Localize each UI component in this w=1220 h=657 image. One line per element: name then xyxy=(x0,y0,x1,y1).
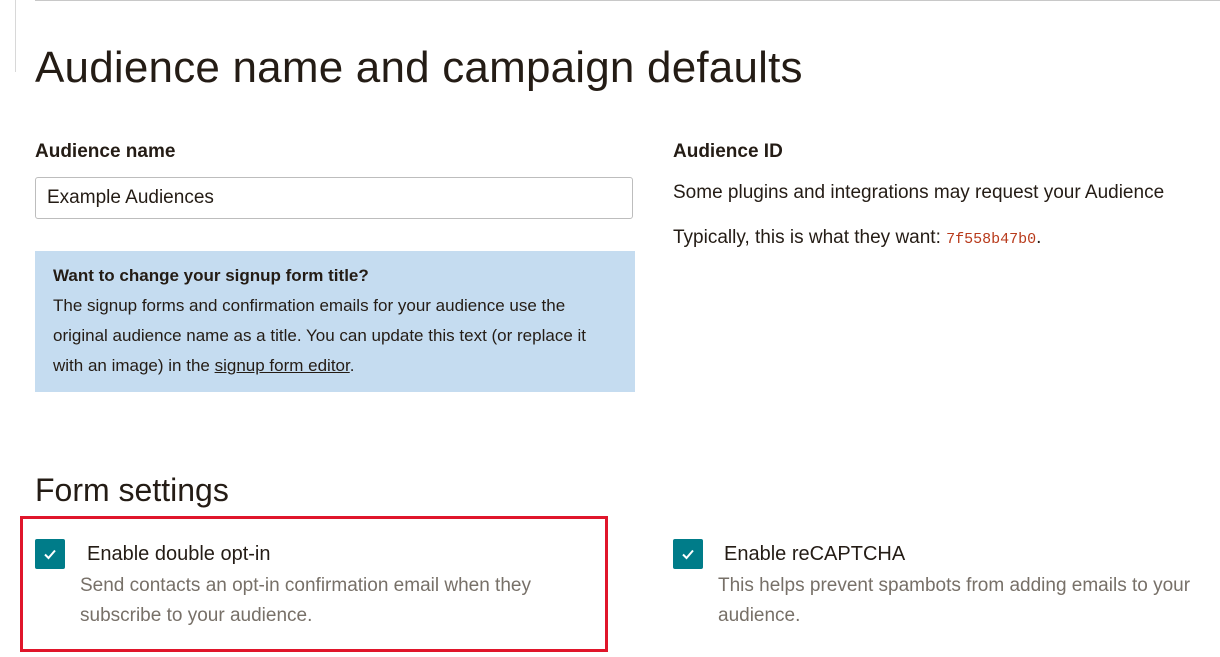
audience-id-typical: Typically, this is what they want: 7f558… xyxy=(673,225,1041,253)
audience-id-prefix: Typically, this is what they want: xyxy=(673,227,947,248)
recaptcha-checkbox[interactable] xyxy=(673,539,703,569)
double-optin-checkbox[interactable] xyxy=(35,539,65,569)
audience-id-label: Audience ID xyxy=(673,141,783,162)
page-title: Audience name and campaign defaults xyxy=(35,43,803,92)
audience-name-label: Audience name xyxy=(35,141,176,162)
recaptcha-label[interactable]: Enable reCAPTCHA xyxy=(724,541,905,567)
signup-form-title-notice: Want to change your signup form title? T… xyxy=(35,251,635,392)
signup-form-editor-link[interactable]: signup form editor xyxy=(215,356,350,375)
audience-name-input[interactable] xyxy=(35,177,633,219)
form-settings-title: Form settings xyxy=(35,472,229,508)
double-optin-help: Send contacts an opt-in confirmation ema… xyxy=(80,575,531,626)
audience-id-suffix: . xyxy=(1036,227,1042,248)
check-icon xyxy=(44,549,56,560)
notice-body: The signup forms and confirmation emails… xyxy=(53,291,617,381)
notice-body-end: . xyxy=(349,356,355,375)
top-divider xyxy=(35,0,1220,1)
audience-id-value: 7f558b47b0 xyxy=(946,231,1037,248)
audience-id-description: Some plugins and integrations may reques… xyxy=(673,182,1165,203)
left-divider xyxy=(15,0,16,72)
recaptcha-help: This helps prevent spambots from adding … xyxy=(718,575,1191,626)
notice-title: Want to change your signup form title? xyxy=(53,266,369,285)
double-optin-label[interactable]: Enable double opt-in xyxy=(87,541,270,567)
check-icon xyxy=(682,549,694,560)
